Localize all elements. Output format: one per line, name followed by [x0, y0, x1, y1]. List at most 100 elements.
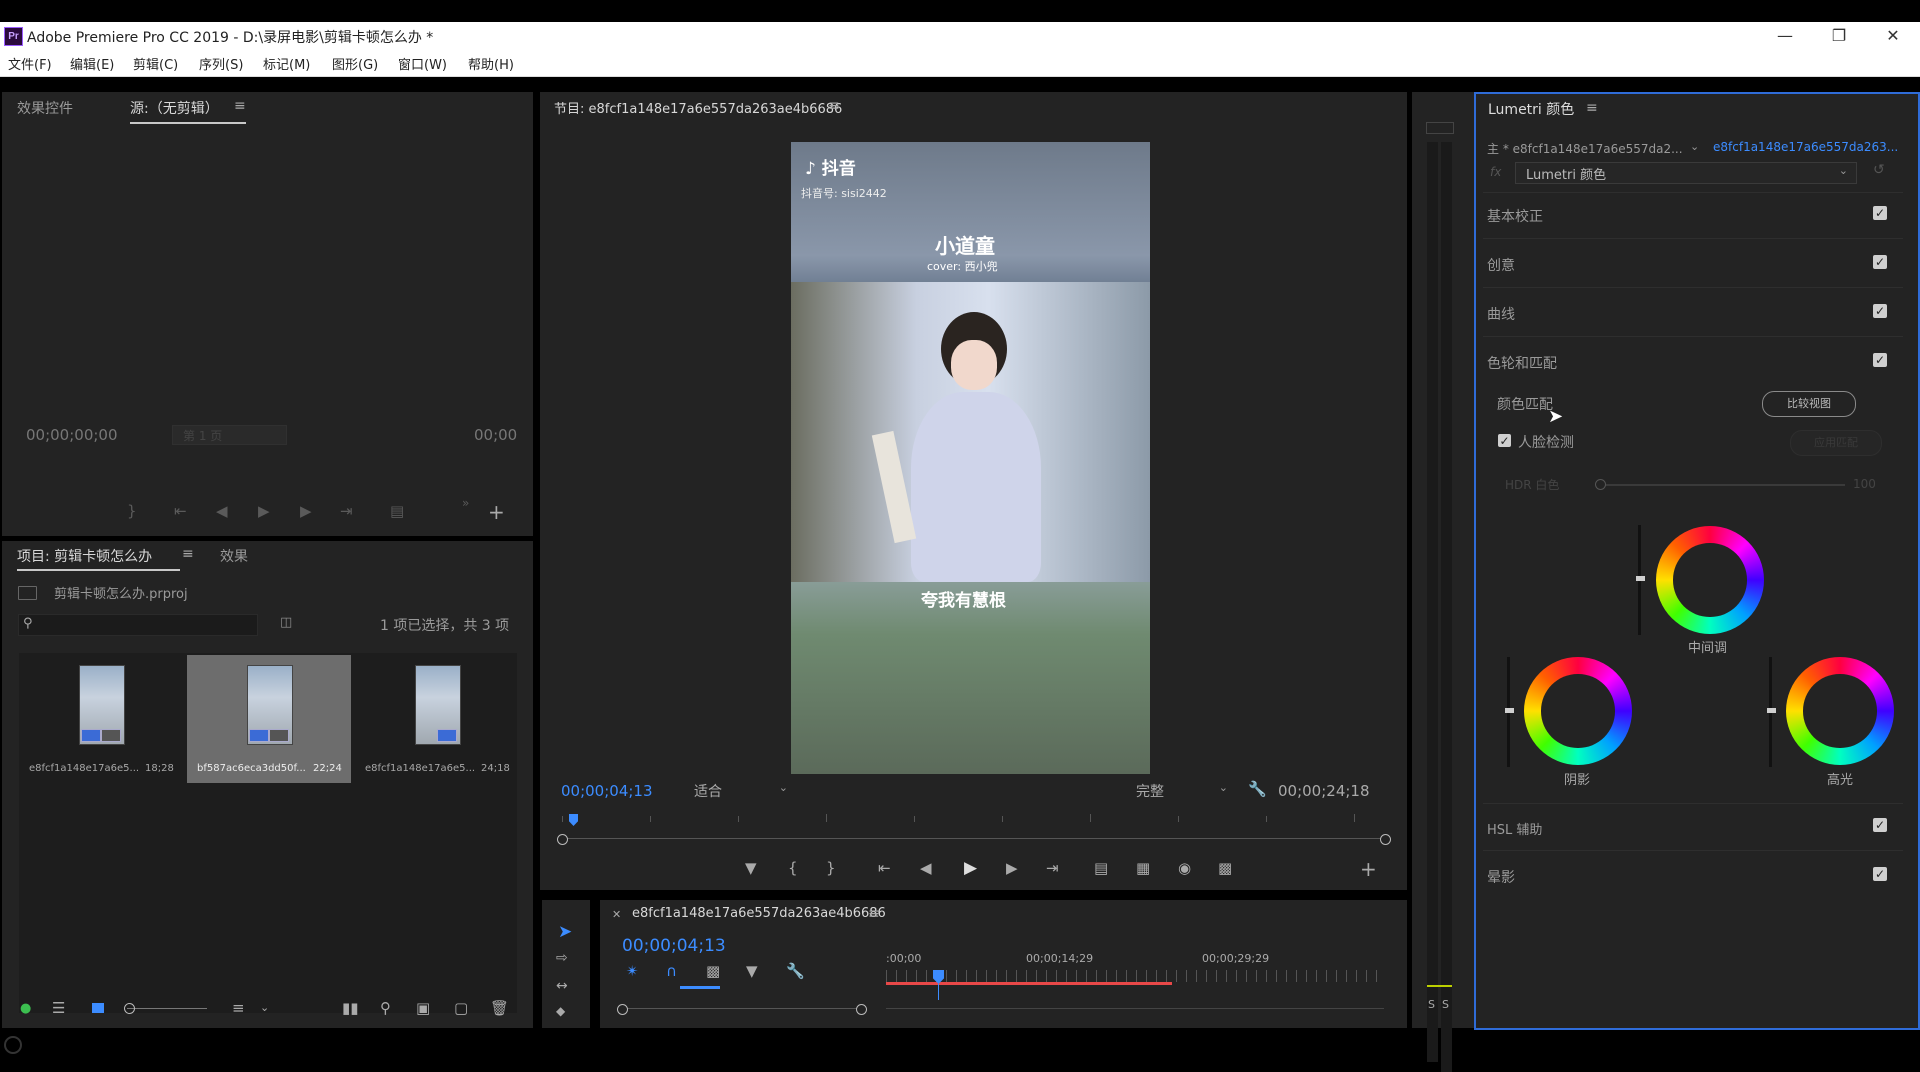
zoom-handle-right[interactable] — [856, 1004, 867, 1015]
panel-menu-icon[interactable]: ≡ — [828, 98, 840, 114]
master-clip-label[interactable]: 主 * e8fcf1a148e17a6e557da2... — [1487, 140, 1683, 157]
panel-menu-icon[interactable]: ≡ — [1586, 100, 1598, 116]
project-item[interactable]: e8fcf1a148e17a6e5... 18;28 — [19, 655, 183, 783]
go-to-in-icon[interactable]: ⇤ — [174, 502, 187, 520]
project-item-selected[interactable]: bf587ac6eca3dd50f... 22;24 — [187, 655, 351, 783]
menu-window[interactable]: 窗口(W) — [398, 54, 447, 73]
solo-right[interactable]: S — [1442, 998, 1449, 1011]
play-icon[interactable]: ▶ — [964, 858, 977, 878]
face-detect-checkbox[interactable]: ✓ — [1498, 434, 1511, 448]
highlights-wheel[interactable] — [1786, 657, 1894, 765]
panel-menu-icon[interactable]: ≡ — [234, 98, 246, 114]
timeline-current-time[interactable]: 00;00;04;13 — [622, 936, 726, 956]
reset-icon[interactable]: ↺ — [1873, 162, 1885, 178]
menu-graphics[interactable]: 图形(G) — [332, 54, 378, 73]
tab-source[interactable]: 源:（无剪辑） — [130, 98, 219, 118]
shadows-slider-handle[interactable] — [1505, 708, 1514, 713]
go-to-out-icon[interactable]: ⇥ — [1046, 859, 1059, 877]
wrench-icon[interactable]: 🔧 — [1248, 780, 1267, 798]
new-item-icon[interactable]: ▢ — [454, 999, 468, 1017]
automate-icon[interactable]: ▮▮ — [342, 999, 359, 1017]
restore-icon[interactable]: ❐ — [1819, 24, 1859, 48]
mark-in-icon[interactable]: { — [788, 859, 798, 877]
program-scrub-ruler[interactable] — [562, 812, 1390, 822]
play-icon[interactable]: ▶ — [258, 502, 270, 520]
add-marker-icon[interactable]: ▼ — [746, 962, 758, 980]
nest-icon[interactable]: ✴ — [626, 962, 639, 980]
source-timecode[interactable]: 00;00;00;00 — [26, 426, 118, 444]
zoom-dropdown[interactable]: 适合 ⌄ — [692, 781, 790, 800]
close-sequence-icon[interactable]: ✕ — [612, 908, 621, 921]
quality-dropdown[interactable]: 完整 ⌄ — [1134, 781, 1230, 800]
add-button-icon[interactable]: + — [488, 500, 505, 524]
clip-dropdown-icon[interactable]: ⌄ — [1690, 140, 1699, 153]
program-playhead[interactable] — [569, 814, 578, 826]
search-input[interactable]: ⚲ — [18, 614, 258, 636]
insert-icon[interactable]: ▤ — [390, 502, 404, 520]
program-current-time[interactable]: 00;00;04;13 — [561, 782, 653, 800]
compare-view-icon[interactable]: ▩ — [1218, 859, 1232, 877]
tab-effects[interactable]: 效果 — [220, 546, 248, 566]
ripple-edit-tool-icon[interactable]: ↔ — [556, 978, 568, 994]
hsl-secondary-checkbox[interactable]: ✓ — [1873, 818, 1887, 832]
menu-file[interactable]: 文件(F) — [8, 54, 52, 73]
shadows-wheel[interactable] — [1524, 657, 1632, 765]
section-creative[interactable]: 创意 — [1487, 255, 1515, 275]
creative-checkbox[interactable]: ✓ — [1873, 255, 1887, 269]
mark-out-icon[interactable]: } — [826, 859, 836, 877]
menu-marker[interactable]: 标记(M) — [263, 54, 310, 73]
mark-out-icon[interactable]: } — [127, 502, 137, 520]
color-wheels-checkbox[interactable]: ✓ — [1873, 353, 1887, 367]
fx-toggle-icon[interactable]: fx — [1490, 165, 1501, 179]
selection-tool-icon[interactable]: ➤ — [558, 922, 572, 942]
add-marker-icon[interactable]: ▼ — [745, 859, 757, 877]
curves-checkbox[interactable]: ✓ — [1873, 304, 1887, 318]
step-back-icon[interactable]: ◀ — [920, 859, 932, 877]
find-icon[interactable]: ⚲ — [380, 999, 391, 1017]
new-bin-icon[interactable]: ▣ — [416, 999, 430, 1017]
midtones-slider-handle[interactable] — [1636, 576, 1645, 581]
zoom-handle-left[interactable] — [617, 1004, 628, 1015]
sequence-tab[interactable]: e8fcf1a148e17a6e557da263ae4b6686 — [632, 906, 886, 921]
close-icon[interactable]: ✕ — [1873, 24, 1913, 48]
section-hsl-secondary[interactable]: HSL 辅助 — [1487, 819, 1542, 838]
midtones-wheel[interactable] — [1656, 526, 1764, 634]
zoom-scroll-handle-right[interactable] — [1380, 834, 1391, 845]
vignette-checkbox[interactable]: ✓ — [1873, 867, 1887, 881]
menu-edit[interactable]: 编辑(E) — [70, 54, 114, 73]
timeline-scroll-bar[interactable] — [886, 1008, 1384, 1009]
highlights-slider-handle[interactable] — [1767, 708, 1776, 713]
page-select[interactable]: 第 1 页 — [172, 425, 287, 445]
step-forward-icon[interactable]: ▶ — [300, 502, 312, 520]
step-forward-icon[interactable]: ▶ — [1006, 859, 1018, 877]
section-basic-correction[interactable]: 基本校正 — [1487, 206, 1543, 226]
more-icon[interactable]: » — [462, 496, 469, 510]
track-select-tool-icon[interactable]: ⇨ — [556, 950, 568, 966]
trash-icon[interactable]: 🗑 — [490, 999, 509, 1017]
compare-view-button[interactable]: 比较视图 — [1762, 391, 1856, 417]
razor-tool-icon[interactable]: ◆ — [556, 1004, 565, 1018]
icon-view-icon[interactable] — [92, 1003, 104, 1013]
zoom-scroll-bar[interactable] — [562, 838, 1390, 839]
tab-project[interactable]: 项目: 剪辑卡顿怎么办 — [17, 546, 152, 566]
minimize-icon[interactable]: — — [1765, 24, 1805, 48]
go-to-out-icon[interactable]: ⇥ — [340, 502, 353, 520]
export-frame-icon[interactable]: ◉ — [1178, 859, 1191, 877]
project-item[interactable]: e8fcf1a148e17a6e5... 24;18 — [355, 655, 519, 783]
section-color-wheels[interactable]: 色轮和匹配 — [1487, 353, 1557, 373]
go-to-in-icon[interactable]: ⇤ — [878, 859, 891, 877]
section-vignette[interactable]: 晕影 — [1487, 867, 1515, 887]
linked-selection-icon[interactable]: ▩ — [706, 962, 720, 980]
zoom-slider-handle[interactable] — [124, 1003, 135, 1014]
zoom-slider[interactable] — [127, 1008, 207, 1009]
menu-clip[interactable]: 剪辑(C) — [133, 54, 178, 73]
solo-left[interactable]: S — [1428, 998, 1435, 1011]
step-back-icon[interactable]: ◀ — [216, 502, 228, 520]
timeline-settings-icon[interactable]: 🔧 — [786, 962, 805, 980]
lift-icon[interactable]: ▤ — [1094, 859, 1108, 877]
list-view-icon[interactable]: ☰ — [52, 999, 65, 1017]
lock-icon[interactable]: ● — [20, 1001, 31, 1016]
tab-effect-controls[interactable]: 效果控件 — [17, 98, 73, 118]
program-video-frame[interactable]: ♪ 抖音 抖音号: sisi2442 小道童 cover: 西小兜 夸我有慧根 — [791, 142, 1150, 774]
new-bin-icon[interactable]: ◫ — [280, 615, 292, 630]
